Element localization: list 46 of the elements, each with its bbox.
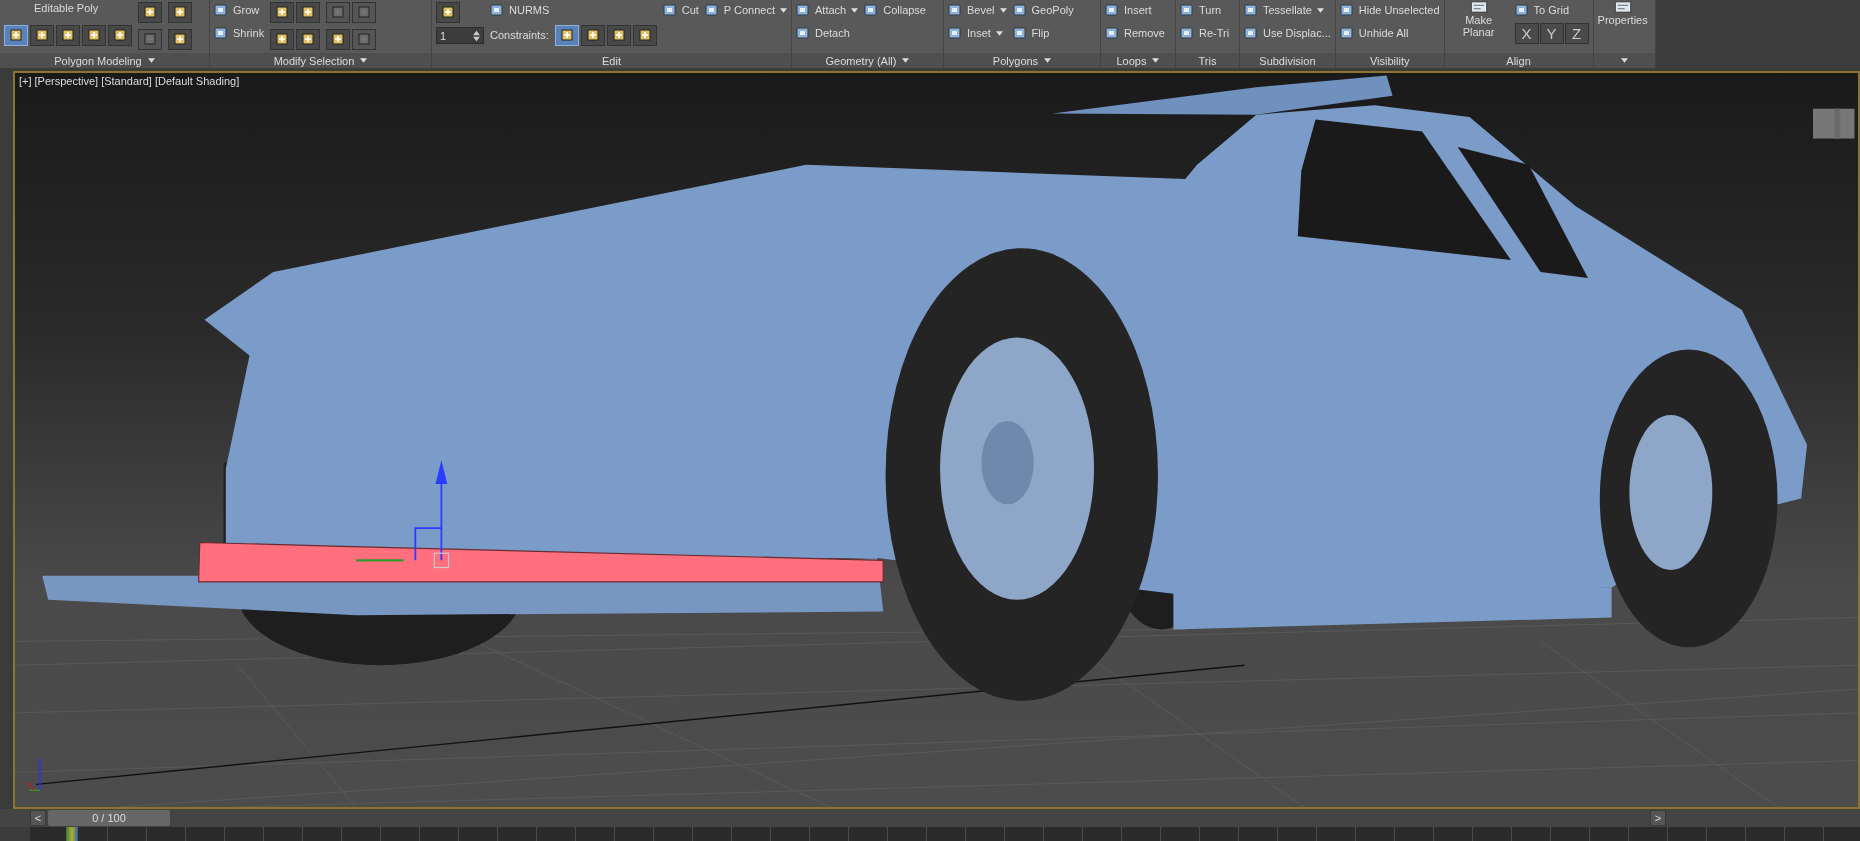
axis-button[interactable]: X bbox=[1514, 23, 1539, 44]
constraints-label: Constraints: bbox=[490, 29, 549, 41]
number-spinner[interactable]: 1 bbox=[436, 27, 484, 44]
axis-button[interactable]: Z bbox=[1564, 23, 1589, 44]
panel-title[interactable]: Loops bbox=[1101, 53, 1175, 68]
tool-button[interactable]: Hide Unselected bbox=[1339, 0, 1440, 20]
viewport-menu-label[interactable]: [Default Shading] bbox=[154, 75, 240, 87]
panel-title[interactable]: Edit bbox=[432, 53, 791, 68]
panel-title[interactable]: Polygon Modeling bbox=[0, 53, 209, 68]
tool-button[interactable]: Tessellate bbox=[1244, 0, 1331, 20]
panel-title[interactable]: Visibility bbox=[1335, 53, 1444, 68]
tool-button[interactable]: Grow bbox=[214, 0, 265, 20]
next-frame-button[interactable]: > bbox=[1650, 810, 1666, 826]
tool-button[interactable]: Make Planar bbox=[1448, 0, 1509, 38]
tool-button[interactable]: Shrink bbox=[214, 23, 265, 43]
tool-button[interactable]: Insert bbox=[1105, 0, 1165, 20]
tool-button[interactable]: Inset bbox=[948, 23, 1007, 43]
viewport-menu-label[interactable]: [Perspective] bbox=[34, 75, 99, 87]
tool-button[interactable]: Bevel bbox=[948, 0, 1007, 20]
tool-button[interactable]: Detach bbox=[796, 23, 859, 43]
time-slider[interactable]: 0 / 100 bbox=[48, 810, 170, 826]
tool-button[interactable]: GeoPoly bbox=[1012, 0, 1074, 20]
panel-title[interactable]: Geometry (All) bbox=[792, 53, 943, 68]
tool-button[interactable]: Turn bbox=[1180, 0, 1230, 20]
tool-button[interactable]: Collapse bbox=[864, 0, 926, 20]
viewport-menu-label[interactable]: [Standard] bbox=[101, 75, 152, 87]
tool-button[interactable]: Cut bbox=[662, 0, 699, 20]
tool-button[interactable]: Flip bbox=[1012, 23, 1074, 43]
panel-title[interactable]: Subdivision bbox=[1240, 53, 1335, 68]
tool-button[interactable]: To Grid bbox=[1514, 0, 1589, 20]
panel-title[interactable]: Tris bbox=[1176, 53, 1239, 68]
object-type-label: Editable Poly bbox=[33, 1, 100, 16]
panel-title[interactable]: Modify Selection bbox=[210, 53, 431, 68]
axis-button[interactable]: Y bbox=[1539, 23, 1564, 44]
previous-frame-button[interactable]: < bbox=[30, 810, 46, 826]
tool-button[interactable]: Remove bbox=[1105, 23, 1165, 43]
tool-button[interactable]: Re-Tri bbox=[1180, 23, 1230, 43]
viewport-menu-label[interactable]: [+] bbox=[19, 75, 32, 87]
tool-button[interactable]: Unhide All bbox=[1339, 23, 1440, 43]
viewport[interactable]: [+] [Perspective] [Standard] [Default Shading] bbox=[13, 71, 1860, 809]
tool-button[interactable]: Attach bbox=[796, 0, 859, 20]
panel-title[interactable]: Polygons bbox=[944, 53, 1100, 68]
tool-button[interactable]: P Connect bbox=[704, 0, 787, 20]
panel-title[interactable]: Align bbox=[1444, 53, 1593, 68]
tool-button[interactable]: NURMS bbox=[490, 0, 657, 20]
tool-button[interactable]: Use Displac... bbox=[1244, 23, 1331, 43]
